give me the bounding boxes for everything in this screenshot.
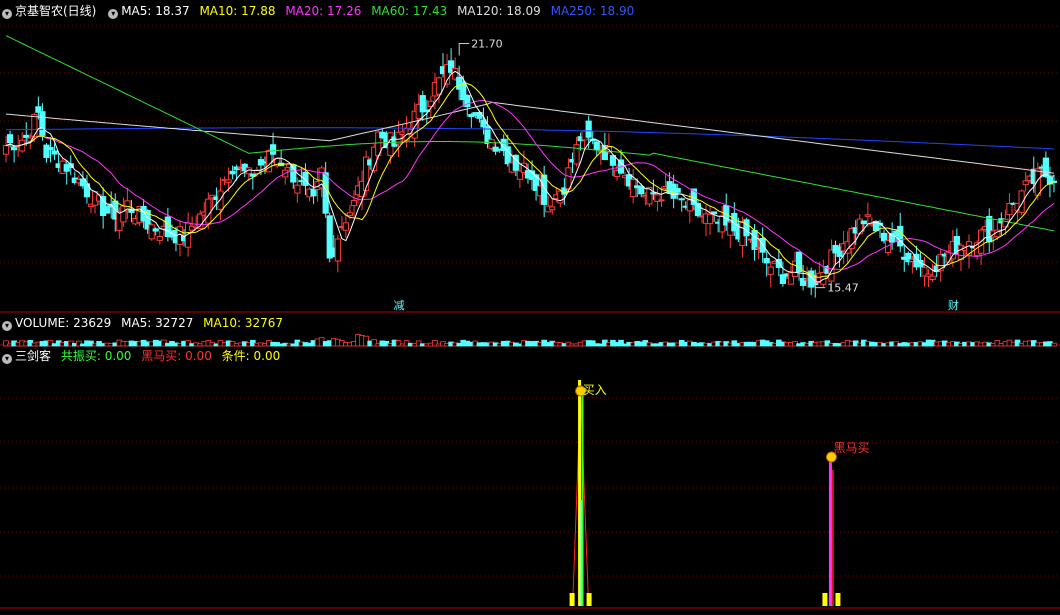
candle-body [706,213,714,225]
candle-body [565,167,572,190]
candle-body [322,172,329,214]
candle-body [929,275,936,280]
ma250-line [6,127,1055,150]
volume-legend: ▾ VOLUME: 23629 MA5: 32727 MA10: 32767 [0,313,289,333]
gongzhen-label: 共振买: 0.00 [60,349,132,363]
candle-body [294,184,301,194]
candle-body [39,111,46,136]
candle-body [334,238,341,262]
candle-body [435,77,443,95]
candle-body [828,249,835,282]
high-price-label: 21.70 [471,38,503,51]
high-pointer [458,43,470,56]
candle-body [593,141,600,151]
candle-body [419,95,426,113]
ma5-label: MA5: 18.37 [121,4,190,18]
low-price-label: 15.47 [827,282,859,295]
volume-ma5-label: MA5: 32727 [121,316,194,330]
candle-body [763,258,770,264]
candle-body [1042,157,1049,178]
candle-body [152,228,159,232]
candle-body [2,145,10,155]
signal-label-buy: 买入 [583,383,607,397]
candle-body [225,179,232,183]
ma60-label: MA60: 17.43 [371,4,448,18]
tiaojian-label: 条件: 0.00 [221,349,281,363]
candle-body [1022,180,1029,186]
chevron-down-icon[interactable]: ▾ [2,9,12,19]
candle-body [205,198,212,224]
candle-body [156,235,163,241]
candle-body [674,188,681,193]
candle-body [342,222,349,231]
chevron-down-icon[interactable]: ▾ [108,9,119,19]
candle-body [310,188,317,197]
candle-body [350,200,358,207]
candle-body [104,206,111,214]
candle-body [965,241,973,256]
candle-body [269,144,277,155]
candle-body [638,186,645,195]
chevron-down-icon[interactable]: ▾ [2,354,12,364]
ma10-line [5,83,1055,278]
candle-body [549,206,556,211]
candle-body [864,214,871,217]
candle-body [47,147,54,151]
candle-body [751,230,758,250]
candle-body [585,120,592,138]
ma120-label: MA120: 18.09 [457,4,541,18]
main-legend: ▾ 京基智农(日线) ▾ MA5: 18.37 MA10: 17.88 MA20: … [0,1,640,21]
candle-body [1034,168,1041,196]
candle-body [23,134,30,138]
volume-title: VOLUME: 23629 [15,316,112,330]
candle-body [880,232,888,242]
candle-body [346,212,354,216]
candle-body [658,199,665,202]
candle-body [650,192,657,195]
candle-body [229,170,236,175]
ma20-label: MA20: 17.26 [285,4,362,18]
candle-body [767,266,774,275]
indicator-title: 三剑客 [15,349,52,363]
candle-body [678,198,685,201]
chevron-down-icon[interactable]: ▾ [2,321,12,331]
stock-name: 京基智农(日线) [15,4,97,18]
indicator-legend: ▾ 三剑客 共振买: 0.00 黑马买: 0.00 条件: 0.00 [0,346,286,366]
candle-body [31,113,38,137]
event-marker: 财 [948,298,959,312]
signal-label-heima: 黑马买 [833,441,869,455]
stock-chart[interactable]: 21.70 15.47 减 财买入黑马买 [0,0,1060,615]
candle-body [148,224,155,240]
candle-body [743,219,750,237]
volume-bar [1051,342,1057,347]
volume-ma10-label: MA10: 32767 [203,316,284,330]
ma20-line [5,99,1055,271]
heima-label: 黑马买: 0.00 [141,349,212,363]
candle-body [43,144,50,158]
candle-body [51,150,58,155]
candle-body [573,144,580,165]
ma250-label: MA250: 18.90 [550,4,635,18]
ma10-label: MA10: 17.88 [199,4,276,18]
candle-body [1006,203,1013,216]
event-marker: 减 [394,299,405,312]
ma60-line [5,35,1055,232]
candle-body [6,134,14,144]
candle-body [860,220,867,225]
